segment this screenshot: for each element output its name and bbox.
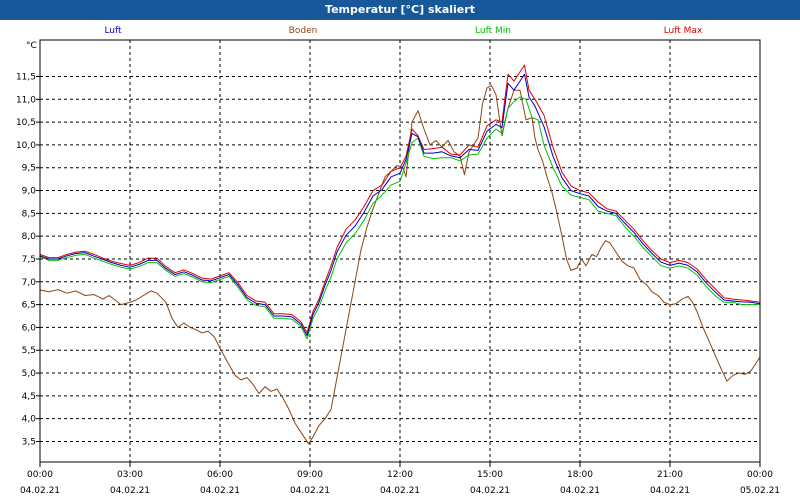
x-tick-date-label: 04.02.21 bbox=[110, 486, 150, 496]
x-tick-date-label: 04.02.21 bbox=[200, 486, 240, 496]
y-tick-label: 10,0 bbox=[16, 141, 36, 151]
x-tick-date-label: 04.02.21 bbox=[560, 486, 600, 496]
y-tick-label: 7,0 bbox=[22, 278, 37, 288]
chart-title: Temperatur [°C] skaliert bbox=[0, 0, 800, 20]
x-tick-time-label: 12:00 bbox=[387, 470, 413, 480]
y-tick-label: 10,5 bbox=[16, 118, 36, 128]
y-tick-label: 6,0 bbox=[22, 323, 37, 333]
y-axis-unit: °C bbox=[26, 41, 37, 51]
y-axis: 3,5 4,0 4,5 5,0 5,5 6,0 6,5 7,0 7,5 8,0 8,5 9,0 9,5 1… bbox=[16, 72, 40, 447]
x-tick-time-label: 18:00 bbox=[567, 470, 593, 480]
x-tick-time-label: 00:00 bbox=[27, 470, 53, 480]
x-tick-time-label: 21:00 bbox=[657, 470, 683, 480]
y-tick-label: 4,5 bbox=[22, 392, 36, 402]
x-tick-time-label: 06:00 bbox=[207, 470, 233, 480]
x-tick-time-label: 15:00 bbox=[477, 470, 503, 480]
y-tick-label: 9,5 bbox=[22, 164, 36, 174]
series-line-luft-min bbox=[39, 96, 760, 340]
y-tick-label: 7,5 bbox=[22, 255, 36, 265]
chart-window: Temperatur [°C] skaliert Luft Boden Luft M… bbox=[0, 0, 800, 500]
x-tick-date-label: 05.02.21 bbox=[740, 486, 780, 496]
legend-item-luft-min: Luft Min bbox=[475, 26, 511, 36]
x-tick-time-label: 09:00 bbox=[297, 470, 323, 480]
x-tick-date-label: 04.02.21 bbox=[470, 486, 510, 496]
y-tick-label: 5,5 bbox=[22, 346, 36, 356]
temperature-chart: Luft Boden Luft Min Luft Max °C 3,5 4,0 4,5 5,… bbox=[16, 26, 780, 496]
y-tick-label: 11,0 bbox=[16, 95, 36, 105]
y-tick-label: 8,5 bbox=[22, 209, 36, 219]
y-tick-label: 5,0 bbox=[22, 369, 37, 379]
x-tick-date-label: 04.02.21 bbox=[650, 486, 690, 496]
legend-item-luft: Luft bbox=[104, 26, 122, 36]
x-tick-time-label: 03:00 bbox=[117, 470, 143, 480]
x-tick-date-label: 04.02.21 bbox=[20, 486, 60, 496]
y-tick-label: 8,0 bbox=[22, 232, 37, 242]
y-tick-label: 4,0 bbox=[22, 415, 37, 425]
x-tick-date-label: 04.02.21 bbox=[290, 486, 330, 496]
legend: Luft Boden Luft Min Luft Max bbox=[104, 26, 703, 36]
x-tick-time-label: 00:00 bbox=[747, 470, 773, 480]
x-tick-date-label: 04.02.21 bbox=[380, 486, 420, 496]
y-tick-label: 9,0 bbox=[22, 187, 37, 197]
legend-item-boden: Boden bbox=[289, 26, 318, 36]
y-tick-label: 11,5 bbox=[16, 72, 36, 82]
y-tick-label: 3,5 bbox=[22, 437, 36, 447]
x-axis: 00:00 04.02.21 03:00 04.02.21 06:00 04.02.21 0… bbox=[20, 462, 780, 496]
y-tick-label: 6,5 bbox=[22, 301, 36, 311]
legend-item-luft-max: Luft Max bbox=[664, 26, 703, 36]
